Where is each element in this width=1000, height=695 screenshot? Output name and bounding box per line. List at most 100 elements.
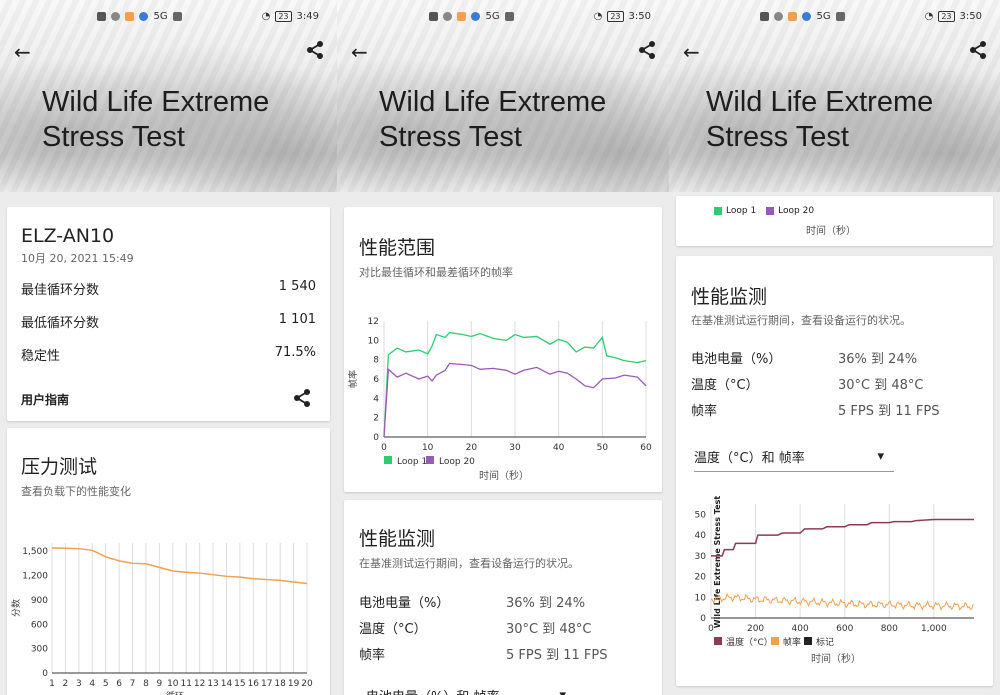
x-tick-label: 10 bbox=[167, 679, 179, 689]
x-tick-label: 12 bbox=[194, 679, 205, 689]
x-tick-label: 20 bbox=[301, 679, 313, 689]
status-bar: 5G ◔ 23 3:49 bbox=[97, 11, 319, 22]
result-date: 10月 20, 2021 15:49 bbox=[21, 252, 134, 265]
x-axis-label: 时间（秒） bbox=[811, 652, 861, 665]
monitor-card: 性能监测 在基准测试运行期间，查看设备运行的状况。 电池电量（%） 36% 到 … bbox=[676, 256, 993, 686]
x-tick-label: 600 bbox=[836, 624, 853, 634]
x-tick-label: 9 bbox=[157, 679, 163, 689]
legend-swatch-loop1 bbox=[384, 456, 392, 464]
temperature-series-line bbox=[711, 518, 974, 557]
score-series-line bbox=[51, 547, 308, 585]
device-summary-card: ELZ-AN10 10月 20, 2021 15:49 最佳循环分数 1 540… bbox=[7, 207, 330, 421]
temperature-label: 温度（°C） bbox=[691, 378, 759, 393]
y-tick-label: 0 bbox=[700, 614, 706, 624]
title-line-2: Stress Test bbox=[42, 121, 185, 153]
monitor-card: 性能监测 在基准测试运行期间，查看设备运行的状况。 电池电量（%） 36% 到 … bbox=[344, 500, 662, 695]
temperature-row: 温度（°C） 30°C 到 48°C bbox=[691, 374, 924, 393]
temperature-row: 温度（°C） 30°C 到 48°C bbox=[359, 618, 592, 637]
wifi-icon bbox=[774, 12, 784, 21]
stress-test-card: 压力测试 查看负载下的性能变化 1 2 3 4 5 6 7 8 9 10 11 12 13 14 15 16 1… bbox=[7, 428, 330, 695]
x-tick-label: 50 bbox=[597, 443, 609, 453]
network-label: 5G bbox=[816, 11, 831, 22]
back-arrow-icon[interactable]: ← bbox=[351, 40, 368, 64]
title-line-2: Stress Test bbox=[379, 121, 522, 153]
screen-panel-3: 5G ◔ 23 3:50 ← Wild Life Extreme Stress … bbox=[669, 0, 1000, 695]
temperature-value: 30°C 到 48°C bbox=[838, 378, 924, 393]
range-legend: Loop 1 Loop 20 bbox=[714, 206, 814, 216]
title-line-1: Wild Life Extreme bbox=[42, 86, 270, 118]
x-tick-label: 19 bbox=[288, 679, 300, 689]
share-icon[interactable] bbox=[637, 40, 657, 60]
y-tick-label: 10 bbox=[368, 336, 380, 346]
x-tick-label: 18 bbox=[274, 679, 286, 689]
battery-value: 36% 到 24% bbox=[838, 352, 918, 367]
dropdown-arrow-icon: ▾ bbox=[559, 688, 566, 695]
temperature-value: 30°C 到 48°C bbox=[506, 622, 592, 637]
range-card-bottom: Loop 1 Loop 20 时间（秒） bbox=[676, 196, 993, 246]
y-tick-label: 1,500 bbox=[22, 547, 48, 557]
fps-row: 帧率 5 FPS 到 11 FPS bbox=[691, 400, 939, 419]
back-arrow-icon[interactable]: ← bbox=[14, 40, 31, 64]
x-tick-label: 17 bbox=[261, 679, 272, 689]
hero-banner: 5G ◔ 23 3:50 ← Wild Life Extreme Stress … bbox=[337, 0, 669, 192]
x-tick-label: 200 bbox=[747, 624, 764, 634]
x-tick-label: 7 bbox=[130, 679, 136, 689]
fps-label: 帧率 bbox=[691, 404, 718, 419]
x-tick-label: 6 bbox=[116, 679, 122, 689]
dropdown-value: 电池电量（%）和 帧率 bbox=[366, 686, 500, 695]
worst-loop-row: 最低循环分数 1 101 bbox=[21, 312, 316, 331]
legend-loop20: Loop 20 bbox=[778, 206, 815, 216]
x-tick-label: 3 bbox=[76, 679, 82, 689]
page-title: Wild Life Extreme Stress Test bbox=[706, 85, 933, 155]
monitor-title: 性能监测 bbox=[691, 286, 768, 308]
metric-dropdown[interactable]: 电池电量（%）和 帧率 ▾ bbox=[366, 686, 566, 695]
y-tick-label: 50 bbox=[695, 510, 707, 520]
performance-range-card: 性能范围 对比最佳循环和最差循环的帧率 0 10 20 30 40 50 60 0 2 4 6 8 10… bbox=[344, 207, 662, 492]
back-arrow-icon[interactable]: ← bbox=[683, 40, 700, 64]
legend-label-fps: 帧率 bbox=[783, 636, 801, 648]
upload-icon bbox=[835, 12, 845, 21]
x-tick-label: 1 bbox=[49, 679, 55, 689]
title-line-1: Wild Life Extreme bbox=[379, 86, 607, 118]
clock-time: 3:50 bbox=[959, 11, 982, 22]
sim-icon bbox=[97, 12, 107, 21]
legend-label-loop1: Loop 1 bbox=[397, 457, 427, 467]
range-subtitle: 对比最佳循环和最差循环的帧率 bbox=[359, 266, 513, 279]
y-axis-label: 帧率 bbox=[347, 370, 359, 388]
y-tick-label: 4 bbox=[373, 394, 379, 404]
legend-swatch-fps bbox=[771, 637, 779, 645]
battery-label: 电池电量（%） bbox=[359, 596, 450, 611]
share-icon[interactable] bbox=[292, 388, 312, 408]
device-name: ELZ-AN10 bbox=[21, 225, 115, 247]
speed-icon: ◔ bbox=[924, 11, 934, 22]
battery-icon: 23 bbox=[275, 11, 292, 22]
dropdown-value: 温度（°C）和 帧率 bbox=[694, 451, 805, 466]
stress-subtitle: 查看负载下的性能变化 bbox=[21, 485, 131, 498]
x-tick-label: 8 bbox=[143, 679, 149, 689]
hero-banner: 5G ◔ 23 3:49 ← Wild Life Extreme Stress … bbox=[0, 0, 337, 192]
legend-swatch-loop1 bbox=[714, 207, 722, 215]
stress-chart: 1 2 3 4 5 6 7 8 9 10 11 12 13 14 15 16 17 18 19 20030060090… bbox=[10, 543, 313, 695]
y-tick-label: 0 bbox=[42, 669, 48, 679]
wifi-icon bbox=[111, 12, 121, 21]
y-tick-label: 2 bbox=[373, 414, 379, 424]
x-tick-label: 0 bbox=[381, 443, 387, 453]
share-icon[interactable] bbox=[968, 40, 988, 60]
clock-time: 3:50 bbox=[628, 11, 651, 22]
fps-value: 5 FPS 到 11 FPS bbox=[838, 404, 940, 419]
fps-label: 帧率 bbox=[359, 648, 386, 663]
x-tick-label: 800 bbox=[881, 624, 898, 634]
user-guide-link[interactable]: 用户指南 bbox=[21, 391, 69, 408]
x-tick-label: 4 bbox=[89, 679, 95, 689]
legend-label-temp: 温度（°C） bbox=[726, 636, 773, 648]
y-tick-label: 30 bbox=[695, 552, 707, 562]
metric-dropdown[interactable]: 温度（°C）和 帧率 ▾ bbox=[694, 442, 894, 472]
legend-label-loop20: Loop 20 bbox=[439, 457, 475, 467]
x-tick-label: 20 bbox=[466, 443, 478, 453]
upload-icon bbox=[172, 12, 182, 21]
app-icon bbox=[471, 12, 481, 21]
legend-loop1: Loop 1 bbox=[726, 206, 757, 216]
share-icon[interactable] bbox=[305, 40, 325, 60]
sim-icon bbox=[429, 12, 439, 21]
status-bar: 5G ◔ 23 3:50 bbox=[760, 11, 982, 22]
